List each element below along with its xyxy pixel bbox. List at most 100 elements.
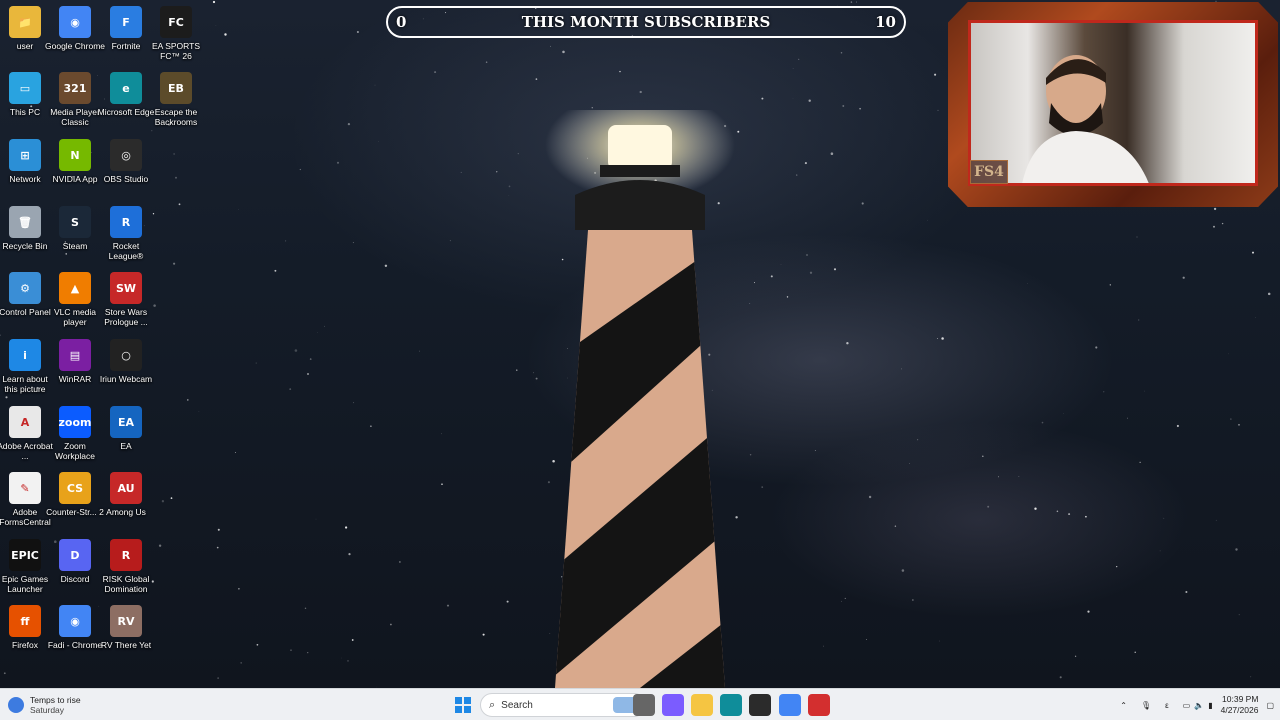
desktop-icon[interactable]: R Rocket League®: [101, 206, 151, 268]
desktop-icon[interactable]: 📁 user: [0, 6, 50, 68]
taskbar-app-store[interactable]: [749, 693, 771, 717]
star: [749, 453, 752, 456]
star: [562, 50, 565, 54]
desktop-icon[interactable]: N NVIDIA App: [50, 139, 100, 201]
desktop-icon[interactable]: ▤ WinRAR: [50, 339, 100, 401]
app-icon: ◎: [110, 139, 142, 171]
desktop-icon[interactable]: S Steam: [50, 206, 100, 268]
taskbar-search[interactable]: ⌕ Search: [480, 693, 646, 717]
desktop-icon[interactable]: i Learn about this picture: [0, 339, 50, 401]
weather-line1: Temps to rise: [30, 695, 81, 705]
star: [234, 451, 236, 453]
star: [216, 546, 219, 549]
desktop-icon[interactable]: 🗑 Recycle Bin: [0, 206, 50, 268]
star: [909, 463, 910, 464]
app-icon: i: [9, 339, 41, 371]
star: [1182, 276, 1185, 279]
star: [792, 68, 794, 69]
desktop-icon[interactable]: 321 Media Player Classic: [50, 72, 100, 134]
taskbar-app-copilot[interactable]: [662, 693, 684, 717]
desktop-icon[interactable]: ○ Iriun Webcam: [100, 339, 152, 401]
star: [533, 372, 535, 374]
star: [753, 282, 756, 284]
app-icon: F: [110, 6, 142, 38]
edge-icon: [720, 694, 742, 716]
desktop-icon[interactable]: ◉ Fadi - Chrome: [48, 605, 102, 667]
desktop-icon[interactable]: ⊞ Network: [0, 139, 50, 201]
volume-icon[interactable]: 🔈: [1194, 701, 1204, 710]
battery-icon[interactable]: ▮: [1208, 701, 1212, 710]
star: [1034, 507, 1037, 510]
desktop-icon[interactable]: R RISK Global Domination: [101, 539, 151, 601]
star: [535, 377, 538, 380]
star: [187, 399, 189, 401]
app-icon: ⊞: [9, 139, 41, 171]
windows-logo-icon: [455, 697, 471, 713]
desktop-icon[interactable]: D Discord: [50, 539, 100, 601]
taskbar-app-task-view[interactable]: [633, 693, 655, 717]
desktop-icon[interactable]: ◎ OBS Studio: [101, 139, 151, 201]
weather-widget[interactable]: Temps to rise Saturday: [8, 692, 81, 718]
desktop-icon[interactable]: SW Store Wars Prologue ...: [101, 272, 151, 334]
desktop-icon[interactable]: EPIC Epic Games Launcher: [0, 539, 50, 601]
star: [844, 597, 846, 599]
desktop-icon[interactable]: ◉ Google Chrome: [45, 6, 105, 68]
star: [441, 433, 443, 435]
app-icon: N: [59, 139, 91, 171]
star: [894, 525, 897, 527]
desktop-icon[interactable]: EA EA: [101, 406, 151, 468]
copilot-icon: [662, 694, 684, 716]
network-icon[interactable]: ▭: [1183, 701, 1191, 710]
star: [161, 500, 165, 503]
notification-icon[interactable]: ▢: [1266, 701, 1274, 710]
app-icon: ◉: [59, 605, 91, 637]
chevron-up-icon[interactable]: ⌃: [1120, 701, 1127, 710]
star: [804, 162, 807, 165]
desktop-icon[interactable]: EB Escape the Backrooms: [151, 72, 201, 134]
star: [347, 122, 351, 126]
desktop-icon[interactable]: e Microsoft Edge: [98, 72, 154, 134]
star: [917, 439, 919, 441]
desktop-icon[interactable]: CS Counter-Str... 2: [46, 472, 104, 534]
star: [912, 599, 914, 601]
star: [3, 672, 6, 675]
star: [987, 505, 990, 508]
star: [591, 106, 594, 109]
taskbar-app-edge[interactable]: [720, 693, 742, 717]
star: [809, 271, 813, 274]
desktop-icon[interactable]: ▭ This PC: [0, 72, 50, 134]
star: [761, 97, 764, 100]
star: [1116, 565, 1118, 568]
desktop-icon[interactable]: AU Among Us: [101, 472, 151, 534]
clock[interactable]: 10:39 PM 4/27/2026: [1221, 694, 1259, 716]
star: [1185, 590, 1188, 594]
desktop-icon[interactable]: ff Firefox: [0, 605, 50, 667]
star: [941, 337, 944, 340]
star: [619, 70, 621, 73]
star: [315, 518, 317, 520]
desktop-icon[interactable]: ▲ VLC media player: [50, 272, 100, 334]
taskbar-app-recorder[interactable]: [808, 693, 830, 717]
desktop-icon[interactable]: RV RV There Yet: [101, 605, 151, 667]
star: [307, 652, 309, 654]
app-icon: ⚙: [9, 272, 41, 304]
app-icon: EB: [160, 72, 192, 104]
desktop-icon[interactable]: F Fortnite: [101, 6, 151, 68]
star: [1095, 346, 1098, 349]
desktop-icon[interactable]: ⚙ Control Panel: [0, 272, 51, 334]
microphone-icon[interactable]: 🎙: [1141, 701, 1151, 710]
star: [1136, 236, 1138, 238]
star: [1138, 319, 1140, 321]
language-indicator[interactable]: ε: [1165, 701, 1169, 710]
start-button[interactable]: [453, 693, 473, 717]
taskbar-app-file-explorer[interactable]: [691, 693, 713, 717]
star: [937, 338, 938, 340]
desktop-icon[interactable]: ✎ Adobe FormsCentral: [0, 472, 51, 534]
star: [1041, 421, 1044, 424]
desktop-icon[interactable]: A Adobe Acrobat ...: [0, 406, 53, 468]
taskbar-app-chrome[interactable]: [779, 693, 801, 717]
star: [814, 450, 816, 452]
star: [1238, 424, 1240, 426]
desktop-icon[interactable]: zoom Zoom Workplace: [50, 406, 100, 468]
desktop-icon[interactable]: FC EA SPORTS FC™ 26: [151, 6, 201, 68]
